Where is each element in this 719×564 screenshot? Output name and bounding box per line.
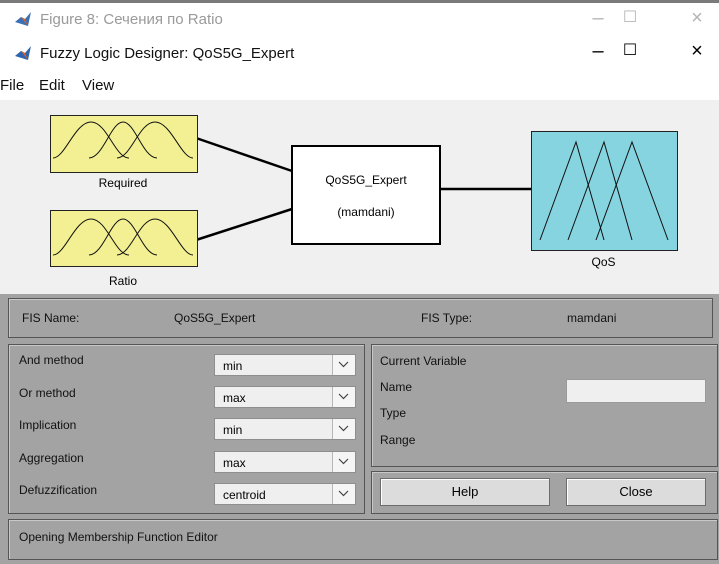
defuzzification-value: centroid xyxy=(223,488,266,502)
or-method-value: max xyxy=(223,391,246,405)
matlab-logo-icon xyxy=(15,46,31,60)
membership-functions-icon xyxy=(52,121,194,159)
current-variable-title: Current Variable xyxy=(380,354,467,368)
window-titlebar[interactable]: Fuzzy Logic Designer: QoS5G_Expert – ☐ × xyxy=(0,37,719,71)
input-ratio-label: Ratio xyxy=(108,274,137,288)
status-panel: Opening Membership Function Editor xyxy=(8,519,718,560)
or-method-label: Or method xyxy=(19,386,76,400)
minimize-icon[interactable]: – xyxy=(585,41,611,61)
output-qos-box[interactable] xyxy=(531,131,678,251)
aggregation-value: max xyxy=(223,456,246,470)
chevron-down-icon[interactable] xyxy=(332,484,355,504)
input-ratio-box[interactable] xyxy=(50,210,198,267)
menu-bar: File Edit View xyxy=(0,71,140,101)
input-required-label: Required xyxy=(98,176,148,190)
current-variable-panel: Current Variable Name Type Range xyxy=(371,344,718,467)
matlab-logo-icon xyxy=(15,12,31,26)
and-method-value: min xyxy=(223,359,243,373)
fis-system-box[interactable]: QoS5G_Expert (mamdani) xyxy=(291,145,441,245)
or-method-select[interactable]: max xyxy=(214,386,356,408)
methods-panel: And method min Or method max Implication… xyxy=(8,344,365,514)
maximize-icon[interactable]: ☐ xyxy=(617,41,643,61)
defuzzification-select[interactable]: centroid xyxy=(214,483,356,505)
variable-type-label: Type xyxy=(380,406,407,420)
close-icon[interactable]: × xyxy=(684,41,710,61)
fis-diagram: Required Ratio QoS5G_Expert (mamdani) Qo… xyxy=(0,100,719,294)
buttons-panel: Help Close xyxy=(371,471,718,514)
chevron-down-icon[interactable] xyxy=(332,387,355,407)
triangle-membership-functions-icon xyxy=(539,140,669,241)
variable-range-label: Range xyxy=(380,433,416,447)
status-text: Opening Membership Function Editor xyxy=(19,530,218,544)
back-window-title: Figure 8: Сечения по Ratio xyxy=(40,11,223,28)
menu-file[interactable]: File xyxy=(0,77,24,94)
defuzzification-label: Defuzzification xyxy=(19,483,98,497)
maximize-icon[interactable]: ☐ xyxy=(617,8,643,28)
output-qos-label: QoS xyxy=(591,255,616,269)
and-method-select[interactable]: min xyxy=(214,354,356,376)
fis-type-label: FIS Type: xyxy=(421,311,473,325)
chevron-down-icon[interactable] xyxy=(332,355,355,375)
system-type: (mamdani) xyxy=(337,205,395,219)
back-window-titlebar[interactable]: Figure 8: Сечения по Ratio – ☐ × xyxy=(0,0,719,34)
membership-functions-icon xyxy=(52,218,194,256)
chevron-down-icon[interactable] xyxy=(332,452,355,472)
aggregation-select[interactable]: max xyxy=(214,451,356,473)
close-button[interactable]: Close xyxy=(566,478,706,506)
fis-name-label: FIS Name: xyxy=(22,311,80,325)
fis-name-value: QoS5G_Expert xyxy=(174,311,256,325)
system-name: QoS5G_Expert xyxy=(325,173,407,187)
aggregation-label: Aggregation xyxy=(19,451,84,465)
input-required-box[interactable] xyxy=(50,115,198,173)
control-area: FIS Name: QoS5G_Expert FIS Type: mamdani… xyxy=(0,294,719,564)
fis-type-value: mamdani xyxy=(567,311,617,325)
fis-info-panel: FIS Name: QoS5G_Expert FIS Type: mamdani xyxy=(8,298,713,338)
close-icon[interactable]: × xyxy=(684,8,710,28)
minimize-icon[interactable]: – xyxy=(585,8,611,28)
variable-name-label: Name xyxy=(380,380,413,394)
and-method-label: And method xyxy=(19,353,84,367)
menu-view[interactable]: View xyxy=(82,77,114,94)
menu-edit[interactable]: Edit xyxy=(39,77,65,94)
implication-label: Implication xyxy=(19,418,77,432)
variable-name-field[interactable] xyxy=(566,379,706,403)
implication-select[interactable]: min xyxy=(214,418,356,440)
implication-value: min xyxy=(223,423,243,437)
help-button[interactable]: Help xyxy=(380,478,550,506)
window-title: Fuzzy Logic Designer: QoS5G_Expert xyxy=(40,45,295,62)
chevron-down-icon[interactable] xyxy=(332,419,355,439)
